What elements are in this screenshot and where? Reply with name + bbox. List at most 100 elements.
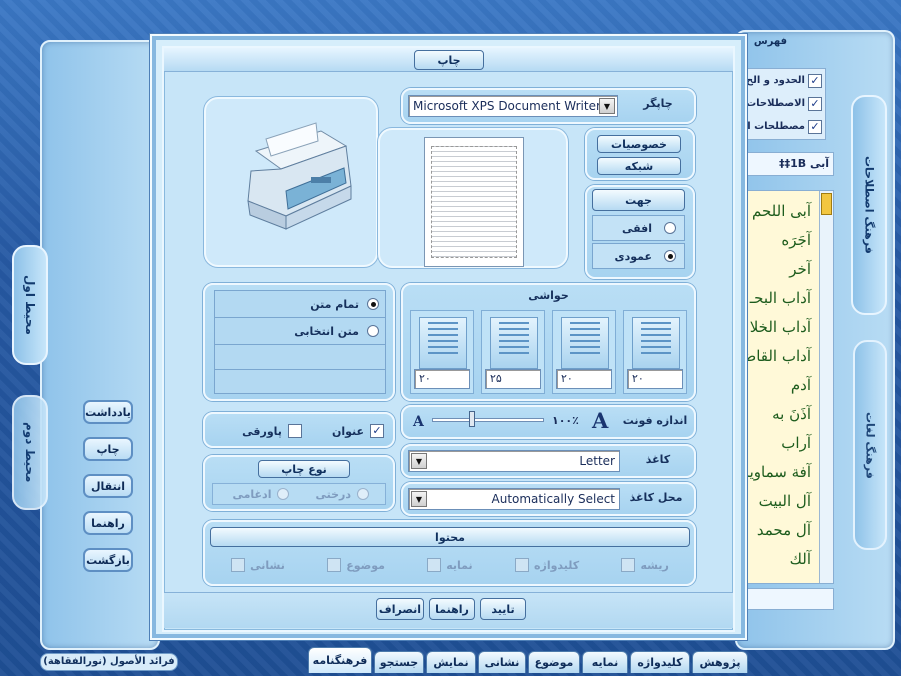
index-check-item[interactable]: الحدود و الح ✓ [743,69,825,92]
cancel-button[interactable]: انصراف [376,598,424,620]
checkbox[interactable]: ✓ [808,73,822,88]
tab-address[interactable]: نشانی [478,651,526,673]
tab-subject[interactable]: موضوع [528,651,580,673]
tree-radio[interactable] [357,488,369,500]
back-button[interactable]: بازگشت [83,548,133,572]
font-size-slider-track[interactable] [432,418,544,422]
margin-input[interactable]: ۲۰ [556,369,612,389]
margins-row: ۲۰ ۲۵ ۲۰ ۲۰ [410,310,689,394]
term-search-input[interactable]: آبی 1‌B‡‡ [742,152,834,176]
paper-select[interactable]: ▼ Letter [408,450,620,472]
list-item[interactable]: آداب القاضـ [743,342,817,371]
checkbox[interactable] [231,558,246,572]
paper-source-select[interactable]: ▼ Automatically Select [408,488,620,510]
scrollbar-thumb[interactable] [821,193,832,215]
scope-full-option[interactable]: تمام متن [215,291,385,318]
selected-text-radio[interactable] [367,325,379,337]
tab-display[interactable]: نمایش [426,651,476,673]
list-item[interactable]: آراب [743,429,817,458]
tab-environment-2[interactable]: محیط دوم [12,395,48,510]
font-size-slider-thumb[interactable] [469,411,476,427]
help-side-button[interactable]: راهنما [83,511,133,535]
bottom-tab-bar: پژوهش کلیدواژه نمایه موضوع نشانی نمایش ج… [258,647,748,673]
properties-button[interactable]: خصوصیات [597,135,681,153]
full-text-radio[interactable] [367,298,379,310]
list-item[interactable]: آفة سماوية [743,458,817,487]
print-side-button[interactable]: چاپ [83,437,133,461]
checkbox[interactable] [515,558,529,572]
chevron-down-icon[interactable]: ▼ [599,98,615,114]
tab-environment-1[interactable]: محیط اول [12,245,48,365]
margin-input[interactable]: ۲۰ [627,369,683,389]
list-item[interactable]: آذَنَ به [743,400,817,429]
terms-scrollbar[interactable] [819,191,833,583]
content-option[interactable]: نشانی [231,558,285,572]
paper-label: کاغذ [645,453,671,466]
chevron-down-icon[interactable]: ▼ [411,491,427,507]
tab-search[interactable]: جستجو [374,651,424,673]
index-check-item[interactable]: الاصطلاحات ✓ [743,92,825,115]
checkbox[interactable] [327,558,342,572]
tab-dictionary[interactable]: فرهنگ لغات [853,340,887,550]
chevron-down-icon[interactable]: ▼ [411,453,427,469]
terms-list-items: آبی اللحم آجَرَه آخر آداب البحـ آداب الخ… [743,197,817,574]
scope-selected-option[interactable]: متن انتخابی [215,318,385,345]
content-option[interactable]: ریشه [621,558,669,572]
term-input-bottom[interactable] [742,588,834,610]
index-check-item[interactable]: مصطلحات ا ✓ [743,115,825,138]
list-item[interactable]: آلك [743,545,817,574]
list-item[interactable]: آخر [743,255,817,284]
checkbox[interactable]: ✓ [808,96,822,111]
margin-input[interactable]: ۲۵ [485,369,541,389]
printer-image-panel [204,97,378,267]
landscape-radio[interactable] [664,222,676,234]
font-size-label: اندازه فونت [622,414,688,427]
list-item[interactable]: آبی اللحم [743,197,817,226]
status-bar: فرائد الأصول (نورالفقاهة) [40,653,178,671]
list-item[interactable]: آدم [743,371,817,400]
page-icon [490,317,538,369]
list-item[interactable]: آجَرَه [743,226,817,255]
title-checkbox[interactable]: ✓ [370,424,384,438]
printer-select[interactable]: Microsoft XPS Document Writer ▼ [408,95,618,117]
list-item[interactable]: آل البیت [743,487,817,516]
tab-index[interactable]: نمایه [582,651,628,673]
ok-button[interactable]: تایید [480,598,526,620]
printer-select-value: Microsoft XPS Document Writer [413,99,601,113]
merged-radio[interactable] [277,488,290,500]
paper-source-select-value: Automatically Select [491,492,616,506]
tab-glossary[interactable]: فرهنگ اصطلاحات [851,95,887,315]
tab-research[interactable]: پژوهش [692,651,748,673]
dialog-title: چاپ [414,50,484,70]
content-option[interactable]: موضوع [327,558,385,572]
network-button[interactable]: شبکه [597,157,681,175]
page-preview [424,137,524,267]
checkbox[interactable] [427,558,442,572]
page-icon [419,317,467,369]
content-title: محتوا [210,527,690,547]
checkbox[interactable]: ✓ [808,119,822,134]
checkbox[interactable] [621,558,636,572]
margin-item: ۲۰ [623,310,687,394]
orientation-landscape-option[interactable]: افقی [592,215,685,241]
tab-keyword[interactable]: کلیدواژه [630,651,690,673]
print-type-title: نوع چاپ [258,460,350,478]
orientation-title: جهت [592,189,685,211]
content-option[interactable]: نمایه [427,558,473,572]
tree-label: درختی [315,487,351,501]
tab-encyclopedia[interactable]: فرهنگنامه [308,647,372,673]
list-item[interactable]: آل محمد [743,516,817,545]
footnote-checkbox[interactable] [287,424,302,438]
printer-icon [247,122,352,230]
portrait-radio[interactable] [664,250,676,262]
help-button[interactable]: راهنما [429,598,475,620]
transfer-button[interactable]: انتقال [83,474,133,498]
list-item[interactable]: آداب الخلا [743,313,817,342]
list-item[interactable]: آداب البحـ [743,284,817,313]
content-option[interactable]: کلیدواژه [515,558,579,572]
font-size-value: ۱۰۰٪ [552,414,579,427]
font-small-icon: A [413,414,424,430]
notes-button[interactable]: یادداشت [83,400,133,424]
margin-input[interactable]: ۲۰ [414,369,470,389]
orientation-portrait-option[interactable]: عمودی [592,243,685,269]
